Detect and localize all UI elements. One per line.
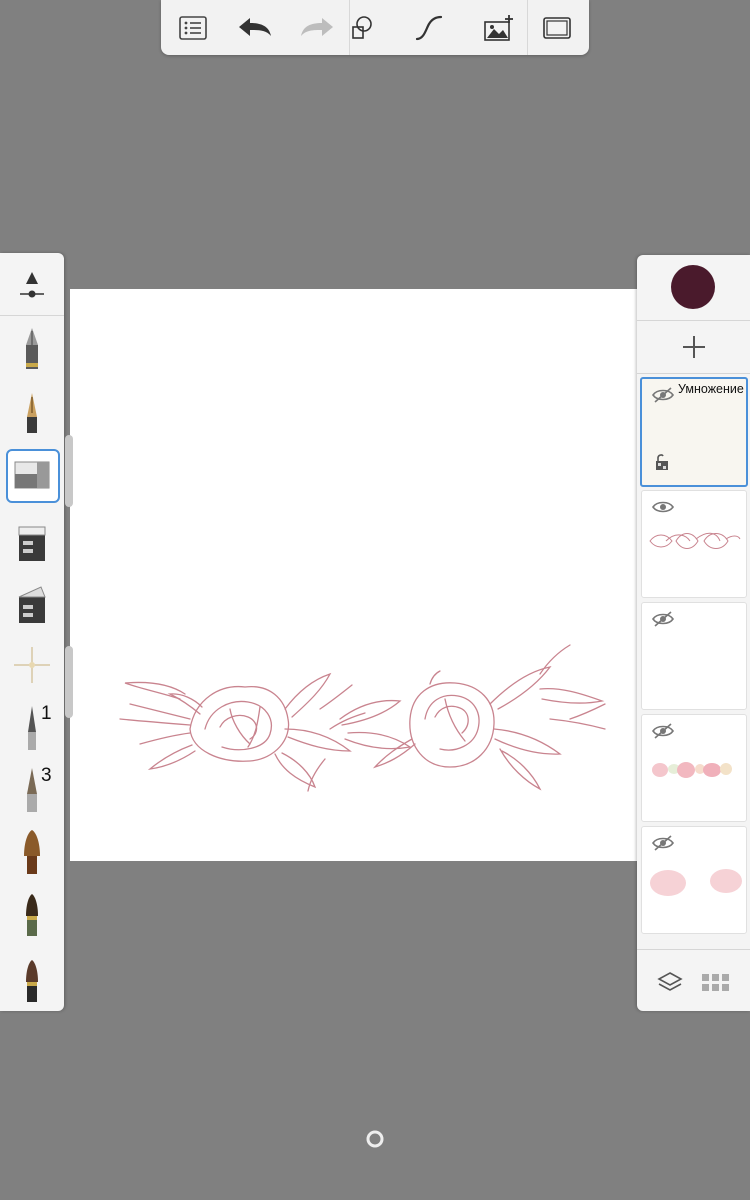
add-image-icon[interactable] bbox=[477, 8, 521, 48]
layers-panel: Умножение bbox=[637, 255, 750, 1011]
layer-item[interactable]: Умножение bbox=[640, 377, 748, 487]
floral-sketch-artwork bbox=[119, 644, 606, 792]
round-brush[interactable] bbox=[6, 953, 58, 1005]
brush-number-label: 1 bbox=[41, 703, 52, 724]
palette-resize-handle[interactable] bbox=[65, 435, 73, 507]
layer-item[interactable] bbox=[641, 826, 747, 934]
watercolor-brush[interactable] bbox=[6, 889, 58, 941]
palette-resize-handle[interactable] bbox=[65, 646, 73, 718]
layer-panel-footer bbox=[637, 959, 750, 1009]
ink-pen-brush[interactable] bbox=[6, 387, 58, 439]
eye-hidden-icon[interactable] bbox=[652, 835, 674, 851]
brush-size-slider[interactable] bbox=[6, 259, 58, 311]
palette-divider bbox=[0, 315, 64, 316]
flat-brush[interactable] bbox=[6, 825, 58, 877]
eye-visible-icon[interactable] bbox=[652, 499, 674, 515]
drawing-canvas[interactable] bbox=[70, 289, 638, 861]
grid-view-icon[interactable] bbox=[701, 973, 731, 993]
eye-hidden-icon[interactable] bbox=[652, 387, 674, 403]
stroke-icon[interactable] bbox=[407, 8, 451, 48]
eye-hidden-icon[interactable] bbox=[652, 611, 674, 627]
lock-icon[interactable] bbox=[654, 453, 670, 471]
chisel-marker-brush[interactable] bbox=[6, 579, 58, 631]
fullscreen-icon[interactable] bbox=[535, 8, 579, 48]
marker-brush[interactable] bbox=[6, 517, 58, 569]
toolbar-separator bbox=[527, 0, 528, 55]
layers-divider bbox=[637, 949, 750, 950]
top-toolbar bbox=[161, 0, 589, 55]
airbrush-brush[interactable] bbox=[6, 639, 58, 691]
color-picker-swatch[interactable] bbox=[671, 265, 715, 309]
layer-thumbnail bbox=[649, 532, 741, 549]
layers-divider bbox=[637, 373, 750, 374]
layer-thumbnail bbox=[650, 869, 742, 896]
eraser-brush[interactable] bbox=[6, 449, 60, 503]
layers-list-icon[interactable] bbox=[171, 8, 215, 48]
brush-palette: 1 3 bbox=[0, 253, 73, 1011]
paint-brush-1[interactable]: 1 bbox=[6, 701, 58, 753]
canvas-rotate-icon[interactable] bbox=[366, 1130, 384, 1148]
brush-number-label: 3 bbox=[41, 765, 52, 786]
pencil-brush[interactable] bbox=[6, 323, 58, 375]
layers-stack-icon[interactable] bbox=[657, 971, 683, 995]
eye-hidden-icon[interactable] bbox=[652, 723, 674, 739]
plus-icon bbox=[682, 336, 705, 358]
paint-brush-3[interactable]: 3 bbox=[6, 763, 58, 815]
layer-item[interactable] bbox=[641, 714, 747, 822]
redo-icon[interactable] bbox=[295, 8, 339, 48]
add-layer-button[interactable] bbox=[637, 321, 750, 373]
layer-item[interactable] bbox=[641, 490, 747, 598]
layer-thumbnail bbox=[652, 762, 732, 778]
layer-blend-mode: Умножение bbox=[678, 382, 744, 396]
undo-icon[interactable] bbox=[233, 8, 277, 48]
layer-item[interactable] bbox=[641, 602, 747, 710]
shapes-icon[interactable] bbox=[339, 8, 383, 48]
